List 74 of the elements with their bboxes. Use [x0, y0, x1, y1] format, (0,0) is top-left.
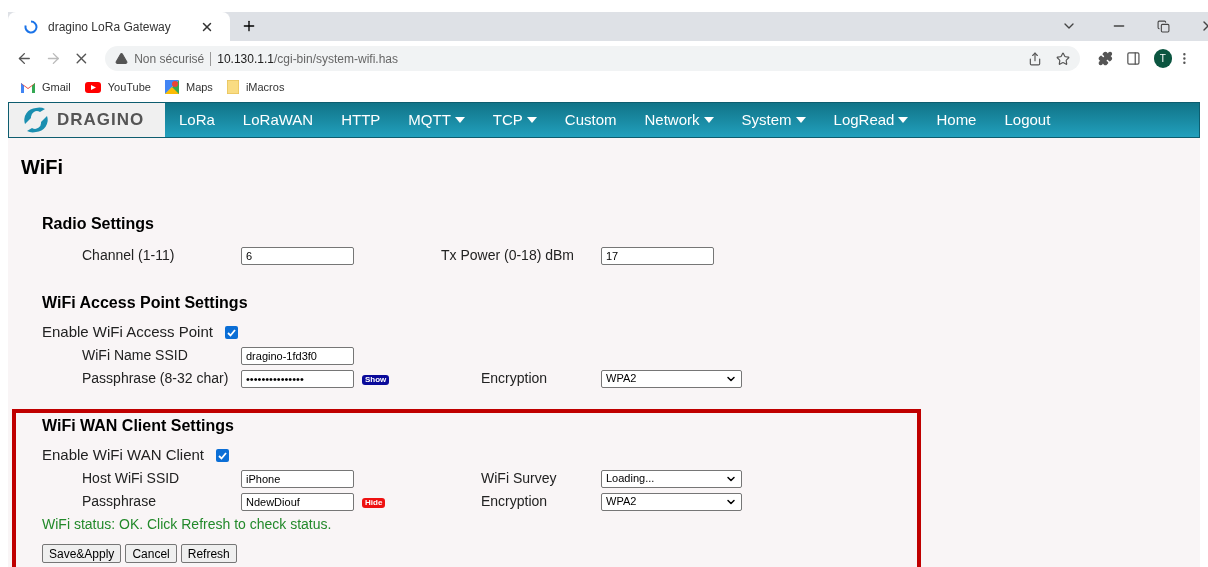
url-text: 10.130.1.1/cgi-bin/system-wifi.has	[217, 50, 398, 68]
warning-icon	[115, 52, 129, 65]
input-field[interactable]: iPhone	[241, 469, 354, 488]
select-field[interactable]: Loading...	[601, 469, 742, 488]
bookmark-star-icon[interactable]	[1056, 51, 1070, 66]
nav-link[interactable]: Custom	[550, 103, 631, 137]
restore-icon[interactable]	[1157, 20, 1170, 33]
input-field[interactable]: NdewDiouf	[241, 492, 354, 511]
caret-icon	[898, 117, 909, 123]
nav-link[interactable]: TCP	[478, 103, 551, 137]
tab-title: dragino LoRa Gateway	[48, 18, 172, 36]
bookmark-item[interactable]: Gmail	[21, 78, 71, 96]
caret-icon	[703, 117, 714, 123]
input-field[interactable]: dragino-1fd3f0	[241, 346, 354, 365]
status-message: WiFi status: OK. Click Refresh to check status.	[42, 515, 333, 534]
input-field[interactable]: 17	[601, 246, 714, 265]
logo-icon	[21, 106, 51, 134]
browser-tab[interactable]: dragino LoRa Gateway	[8, 12, 230, 41]
bookmark-item[interactable]: Maps	[164, 78, 213, 96]
checkbox-label: Enable WiFi Access Point	[42, 322, 213, 343]
address-bar[interactable]: Non sécurisé 10.130.1.1/cgi-bin/system-wifi.has	[105, 46, 1080, 71]
caret-icon	[526, 117, 537, 123]
toggle-visibility-button[interactable]: Show	[362, 375, 390, 385]
form-button[interactable]: Save&Apply	[42, 544, 122, 563]
page-title: WiFi	[21, 155, 65, 180]
section-title: WiFi Access Point Settings	[42, 293, 249, 313]
input-field[interactable]: 6	[241, 246, 354, 265]
field-label: Host WiFi SSID	[82, 469, 181, 488]
field-label: Passphrase	[82, 492, 157, 511]
share-icon[interactable]	[1028, 51, 1042, 66]
nav-link[interactable]: Home	[922, 103, 991, 137]
caret-icon	[795, 117, 806, 123]
select-field[interactable]: WPA2	[601, 369, 742, 388]
field-label: WiFi Name SSID	[82, 346, 189, 365]
field-label: Encryption	[481, 369, 549, 388]
field-label: Channel (1-11)	[82, 246, 176, 265]
folder-icon	[226, 80, 239, 94]
nav-link[interactable]: System	[727, 103, 820, 137]
field-label: Encryption	[481, 492, 549, 511]
section-title: Radio Settings	[42, 214, 155, 234]
toggle-visibility-button[interactable]: Hide	[362, 498, 386, 508]
checkbox[interactable]	[224, 326, 238, 339]
dragino-logo[interactable]: DRAGINO	[9, 103, 165, 137]
field-label: Tx Power (0-18) dBm	[441, 246, 576, 265]
section-title: WiFi WAN Client Settings	[42, 416, 235, 436]
nav-link[interactable]: Network	[630, 103, 728, 137]
back-icon[interactable]	[16, 50, 33, 67]
profile-avatar[interactable]: T	[1153, 49, 1173, 68]
nav-link[interactable]: MQTT	[394, 103, 479, 137]
checkbox-label: Enable WiFi WAN Client	[42, 445, 204, 466]
extensions-icon[interactable]	[1098, 51, 1113, 66]
mail-icon	[21, 81, 35, 93]
bookmark-item[interactable]: iMacros	[226, 78, 285, 96]
password-field[interactable]: •••••••••••••••	[241, 369, 354, 388]
field-label: WiFi Survey	[481, 469, 558, 488]
security-label: Non sécurisé	[134, 50, 205, 68]
new-tab-icon[interactable]	[241, 18, 257, 34]
nav-link[interactable]: LogRead	[819, 103, 923, 137]
play-icon	[84, 81, 101, 93]
checkbox[interactable]	[216, 449, 229, 462]
side-panel-icon[interactable]	[1125, 51, 1141, 66]
nav-link[interactable]: LoRa	[165, 103, 229, 137]
loading-spinner-icon	[24, 19, 38, 34]
select-field[interactable]: WPA2	[601, 492, 742, 511]
bookmark-item[interactable]: YouTube	[84, 78, 151, 96]
logo-text: DRAGINO	[57, 109, 145, 132]
nav-link[interactable]: HTTP	[327, 103, 395, 137]
nav-link[interactable]: LoRaWAN	[228, 103, 328, 137]
field-label: Passphrase (8-32 char)	[82, 369, 230, 388]
form-button[interactable]: Refresh	[180, 544, 237, 563]
caret-icon	[454, 117, 465, 123]
form-button[interactable]: Cancel	[125, 544, 177, 563]
map-pin-icon	[164, 80, 179, 94]
nav-link[interactable]: Logout	[990, 103, 1065, 137]
